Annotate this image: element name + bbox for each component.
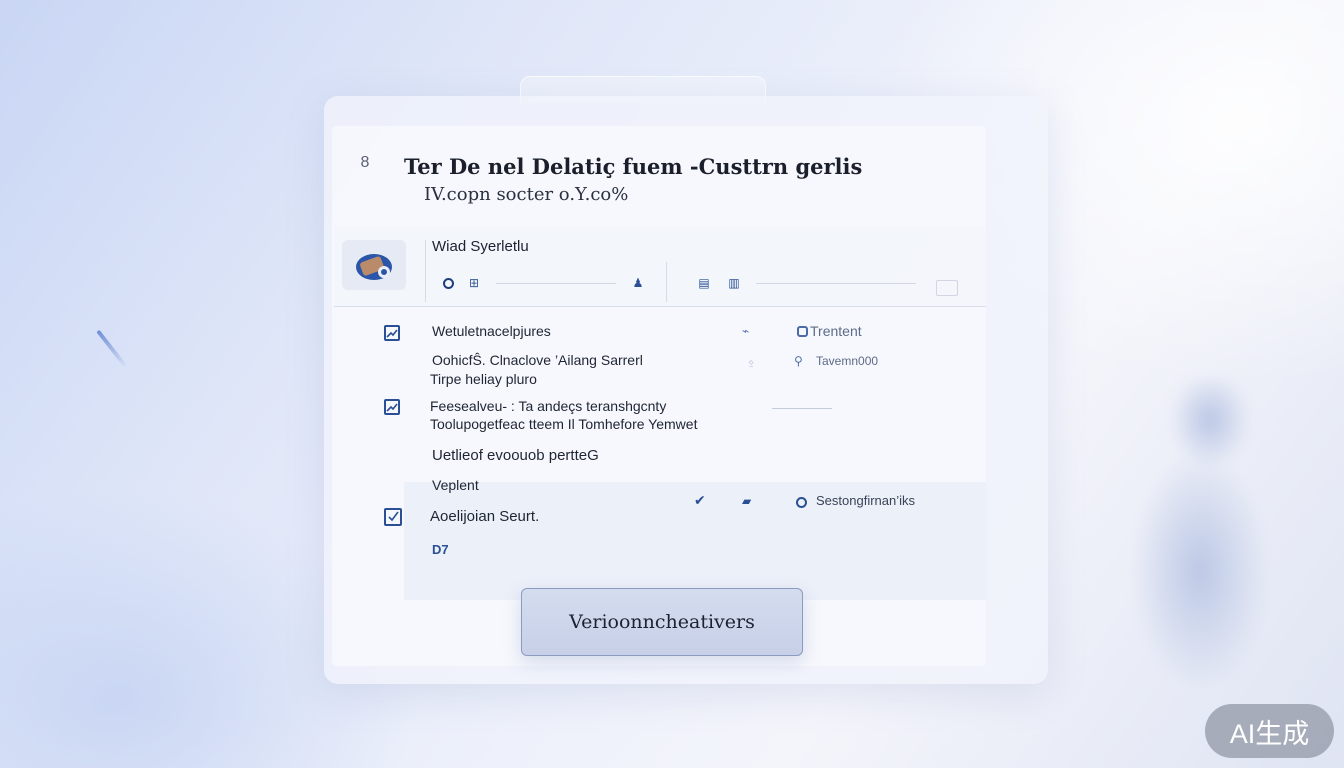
- image-icon: ▰: [742, 494, 752, 508]
- chart-icon: ⌁: [742, 324, 750, 338]
- monitor-icon[interactable]: ▤: [696, 275, 712, 291]
- row3-line2: Toolupogetfeac tteem Il Tomhefore Yemwet: [430, 416, 698, 432]
- toolbar-track: [496, 283, 616, 284]
- expand-icon[interactable]: [936, 280, 958, 296]
- row1-status: Trentent: [810, 323, 862, 339]
- checkbox-icon[interactable]: [384, 399, 400, 415]
- row1-label: Wetuletnacelpjures: [432, 323, 551, 339]
- app-badge-icon: 8: [360, 154, 370, 171]
- primary-action-button[interactable]: Verioonncheativers: [521, 588, 803, 656]
- row4-tag[interactable]: D7: [432, 542, 449, 557]
- checkbox-icon[interactable]: [384, 325, 400, 341]
- radio-icon[interactable]: [440, 275, 456, 291]
- checkmark-icon: ✔: [694, 492, 706, 508]
- header-divider-mid: [666, 262, 667, 302]
- tools-illustration-icon: [356, 254, 392, 280]
- status-radio-icon[interactable]: [794, 323, 810, 339]
- ai-generated-badge: AI生成: [1205, 704, 1334, 758]
- filter-icon: ⚲: [794, 354, 803, 368]
- row2-line1: OohicfŜ. Clnaclove ’Ailang Sarrerl: [432, 352, 643, 368]
- info-icon: ⍚: [748, 354, 756, 368]
- status-radio-icon[interactable]: [793, 494, 809, 510]
- group-heading: Uetlieof evoouob pertteG: [432, 447, 599, 464]
- grid-icon[interactable]: ⊞: [466, 275, 482, 291]
- row2-line2: Tirpe heliay pluro: [430, 371, 537, 387]
- document-icon[interactable]: ▥: [726, 275, 742, 291]
- row4-label: Aoelijoian Seurt.: [430, 508, 540, 525]
- avatar: [342, 240, 406, 290]
- page-title: Ter De nel Delatiç fuem -Custtrn gerlis: [404, 154, 863, 179]
- header-divider-left: [425, 240, 426, 302]
- row4-status: Sestongfirnan’iks: [816, 493, 915, 508]
- row3-line1: Feesealveu- : Ta andeçs teranshgcnty: [430, 398, 667, 414]
- user-icon[interactable]: ♟: [630, 275, 646, 291]
- row1-sub-status: Tavemn000: [816, 354, 879, 368]
- section-title: Wiad Syerletlu: [432, 238, 529, 255]
- checkbox-checked-icon[interactable]: [384, 508, 402, 526]
- page-subtitle: IV.copn socter o.Y.co%: [424, 184, 629, 205]
- toolbar-slider-track: [756, 283, 916, 284]
- row3-slider: [772, 408, 832, 409]
- group-label: Veplent: [432, 477, 479, 493]
